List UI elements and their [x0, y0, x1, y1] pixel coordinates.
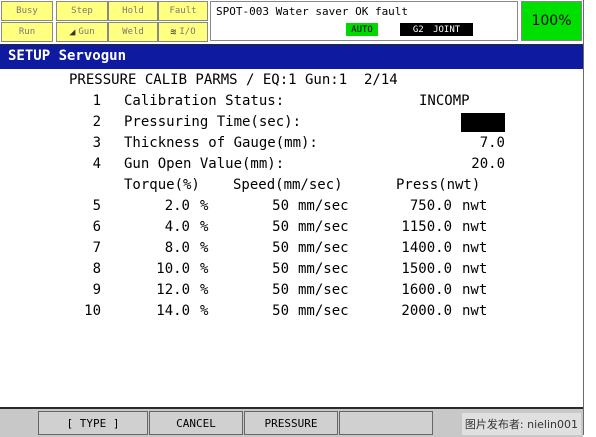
- alarm-message-box: SPOT-003 Water saver OK fault AUTO G2 JO…: [210, 1, 518, 41]
- torque-value[interactable]: 8.0: [140, 240, 190, 256]
- speed-value[interactable]: 50: [255, 303, 289, 319]
- gun-lamp: ◢ Gun: [56, 22, 108, 42]
- alarm-message: SPOT-003 Water saver OK fault: [216, 5, 409, 18]
- torque-unit: %: [200, 303, 209, 319]
- step-lamp: Step: [56, 1, 108, 21]
- row-num: 5: [92, 198, 101, 214]
- f1-type-button[interactable]: [ TYPE ]: [38, 411, 148, 435]
- weld-label: Weld: [122, 27, 144, 37]
- mode-badge: AUTO: [346, 23, 378, 36]
- f4-blank-button[interactable]: [339, 411, 433, 435]
- press-unit: nwt: [462, 198, 488, 214]
- run-label: Run: [18, 27, 36, 37]
- speed-unit: mm/sec: [298, 261, 349, 277]
- speed-value[interactable]: 50: [255, 282, 289, 298]
- torque-unit: %: [200, 198, 209, 214]
- speed-unit: mm/sec: [298, 219, 349, 235]
- f2-cancel-button[interactable]: CANCEL: [149, 411, 243, 435]
- param-label[interactable]: Pressuring Time(sec):: [124, 114, 301, 130]
- press-value[interactable]: 1600.0: [376, 282, 452, 298]
- io-label: I/O: [179, 27, 196, 37]
- press-value[interactable]: 1150.0: [376, 219, 452, 235]
- row-num: 10: [84, 303, 101, 319]
- param-num: 1: [92, 93, 101, 109]
- param-label[interactable]: Calibration Status:: [124, 93, 284, 109]
- io-lamp: ≋ I/O: [158, 22, 208, 42]
- torque-unit: %: [200, 261, 209, 277]
- press-header: Press(nwt): [396, 177, 481, 193]
- row-num: 6: [92, 219, 101, 235]
- press-unit: nwt: [462, 240, 488, 256]
- press-unit: nwt: [462, 282, 488, 298]
- param-value[interactable]: 20.0: [445, 156, 505, 172]
- weld-lamp: Weld: [108, 22, 158, 42]
- group-coord-badge: G2 JOINT: [400, 23, 473, 36]
- status-bar: Busy Step Hold Fault Run ◢ Gun Weld ≋ I/O …: [0, 0, 583, 46]
- torque-value[interactable]: 10.0: [140, 261, 190, 277]
- torque-unit: %: [200, 240, 209, 256]
- torque-value[interactable]: 4.0: [140, 219, 190, 235]
- io-icon: ≋: [170, 26, 177, 38]
- param-value[interactable]: 7.0: [445, 135, 505, 151]
- press-value[interactable]: 1400.0: [376, 240, 452, 256]
- f3-pressure-button[interactable]: PRESSURE: [244, 411, 338, 435]
- row-num: 7: [92, 240, 101, 256]
- torque-unit: %: [200, 282, 209, 298]
- param-label[interactable]: Gun Open Value(mm):: [124, 156, 284, 172]
- press-value[interactable]: 1500.0: [376, 261, 452, 277]
- run-lamp: Run: [1, 22, 53, 42]
- param-label[interactable]: Thickness of Gauge(mm):: [124, 135, 318, 151]
- param-num: 2: [92, 114, 101, 130]
- function-key-bar: [ TYPE ] CANCEL PRESSURE 图片发布者: nielin00…: [0, 407, 583, 437]
- speed-value[interactable]: 50: [255, 261, 289, 277]
- speed-unit: mm/sec: [298, 240, 349, 256]
- group-label: G2: [412, 24, 424, 35]
- busy-label: Busy: [16, 6, 38, 16]
- screen-title-bar: SETUP Servogun: [0, 45, 583, 69]
- watermark: 图片发布者: nielin001: [461, 413, 581, 435]
- fault-label: Fault: [169, 6, 197, 16]
- gun-label: Gun: [78, 27, 95, 37]
- param-num: 3: [92, 135, 101, 151]
- screen-title: SETUP Servogun: [8, 48, 127, 64]
- speed-value[interactable]: 50: [255, 198, 289, 214]
- speed-unit: mm/sec: [298, 303, 349, 319]
- gun-icon: ◢: [69, 26, 76, 38]
- step-label: Step: [71, 6, 93, 16]
- speed-value[interactable]: 50: [255, 219, 289, 235]
- page-header: PRESSURE CALIB PARMS / EQ:1 Gun:1 2/14: [69, 72, 398, 88]
- fault-lamp: Fault: [158, 1, 208, 21]
- torque-value[interactable]: 2.0: [140, 198, 190, 214]
- param-value-selected[interactable]: 3.0: [461, 113, 505, 132]
- hold-lamp: Hold: [108, 1, 158, 21]
- param-num: 4: [92, 156, 101, 172]
- busy-lamp: Busy: [1, 1, 53, 21]
- press-value[interactable]: 2000.0: [376, 303, 452, 319]
- speed-unit: mm/sec: [298, 282, 349, 298]
- torque-value[interactable]: 12.0: [140, 282, 190, 298]
- override-indicator: 100%: [521, 1, 582, 41]
- speed-unit: mm/sec: [298, 198, 349, 214]
- torque-unit: %: [200, 219, 209, 235]
- speed-value[interactable]: 50: [255, 240, 289, 256]
- press-unit: nwt: [462, 219, 488, 235]
- row-num: 9: [92, 282, 101, 298]
- coord-label: JOINT: [433, 24, 461, 35]
- torque-header: Torque(%): [124, 177, 200, 193]
- press-value[interactable]: 750.0: [376, 198, 452, 214]
- row-num: 8: [92, 261, 101, 277]
- torque-value[interactable]: 14.0: [140, 303, 190, 319]
- press-unit: nwt: [462, 303, 488, 319]
- press-unit: nwt: [462, 261, 488, 277]
- hold-label: Hold: [122, 6, 144, 16]
- speed-header: Speed(mm/sec): [233, 177, 343, 193]
- param-value[interactable]: INCOMP: [419, 93, 470, 109]
